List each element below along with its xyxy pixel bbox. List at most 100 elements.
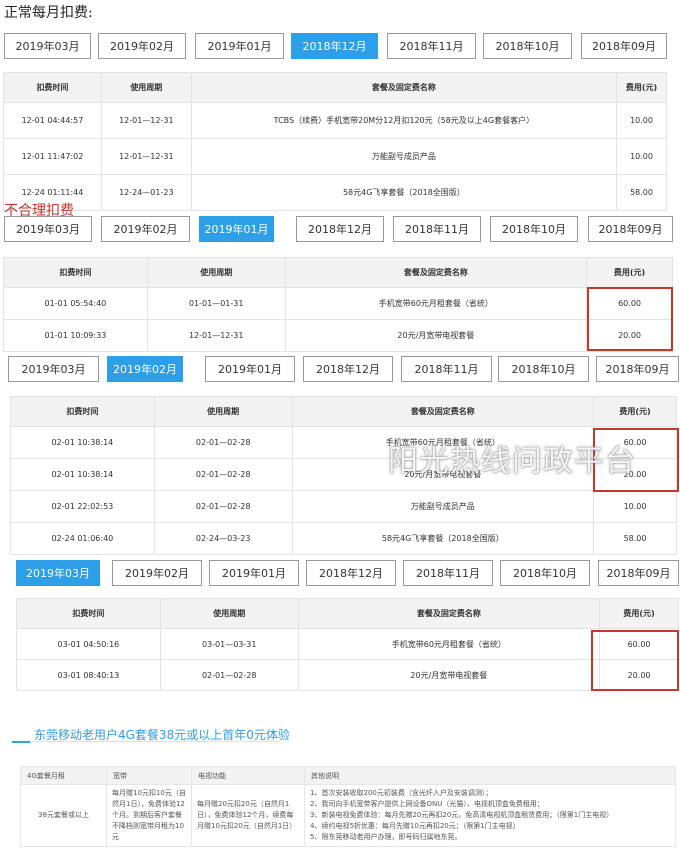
month-tab[interactable]: 2019年03月 [8, 356, 99, 382]
table-cell: 10.00 [616, 138, 667, 175]
promo-broadband: 每月赠10元扣10元（自然月1日），免费体验12个月。到期后客户套餐不降档则宽带… [106, 784, 192, 847]
table-header: 费用(元) [593, 396, 677, 427]
month-tab[interactable]: 2018年11月 [401, 356, 492, 382]
promo-note: 4、续约电视5折优惠：每月先赠10元再扣20元；（限第1门主电视） [310, 822, 520, 830]
promo-underline-accent [12, 741, 30, 743]
promo-note: 1、首次安装收取200元初装费（含光纤入户及安装调测）； [310, 789, 493, 797]
table-row: 02-01 22:02:53 02-01—02-28 万能副号成员产品 10.00 [10, 490, 677, 523]
table-cell: 12-01—12-31 [100, 138, 192, 175]
table-cell: 02-01—02-28 [153, 490, 293, 523]
table-row: 01-01 05:54:40 01-01—01-31 手机宽带60元月租套餐（省统）… [3, 287, 673, 320]
section-title-normal: 正常每月扣费: [4, 5, 93, 21]
promo-note: 5、限东莞移动老用户办理，即号码归属地东莞。 [310, 833, 462, 841]
promo-notes: 1、首次安装收取200元初装费（含光纤入户及安装调测）； 2、我司向手机宽带客户… [304, 784, 676, 847]
table-cell: 12-01—12-31 [100, 102, 192, 139]
month-tab[interactable]: 2019年01月 [205, 356, 295, 382]
table-header: 扣费时间 [3, 257, 148, 288]
month-tab[interactable]: 2018年09月 [581, 33, 667, 59]
table-header: 扣费时间 [10, 396, 155, 427]
table-cell: 02-01 10:38:14 [10, 458, 155, 491]
table-cell: 01-01—01-31 [146, 287, 286, 320]
table-header: 使用周期 [159, 598, 299, 629]
promo-header-broadband: 宽带 [106, 766, 192, 785]
month-tab[interactable]: 2018年10月 [483, 33, 572, 59]
table-cell: 58元4G飞享套餐（2018全国版） [291, 522, 595, 555]
month-tab[interactable]: 2018年09月 [588, 216, 673, 242]
table-cell: TCBS（续费）手机宽带20M分12月扣120元（58元及以上4G套餐客户） [190, 102, 618, 139]
month-tab[interactable]: 2019年01月 [195, 33, 284, 59]
table-cell: 02-01—02-28 [159, 659, 299, 691]
table-cell: 20元/月宽带电视套餐 [284, 319, 588, 352]
table-cell: 手机宽带60元月租套餐（省统） [284, 287, 588, 320]
table-cell: 12-01 04:44:57 [3, 102, 102, 139]
table-cell: 万能副号成员产品 [190, 138, 618, 175]
bill-table-1: 扣费时间 使用周期 套餐及固定费名称 费用(元) 12-01 04:44:57 12-01… [3, 72, 667, 211]
promo-underline [12, 741, 280, 742]
table-cell: 12-01—12-31 [146, 319, 286, 352]
month-tab[interactable]: 2018年10月 [490, 216, 578, 242]
promo-note: 2、我司向手机宽带客户提供上网设备ONU（光猫）、电视机顶盒免费租用； [310, 800, 544, 808]
month-tab[interactable]: 2019年03月 [4, 33, 91, 59]
month-tab[interactable]: 2019年02月 [107, 356, 183, 382]
table-row: 03-01 04:50:16 03-01—03-31 手机宽带60元月租套餐（省统）… [16, 628, 679, 660]
month-tab[interactable]: 2018年10月 [498, 356, 589, 382]
month-tab[interactable]: 2019年02月 [98, 33, 186, 59]
month-tab[interactable]: 2018年12月 [291, 33, 378, 59]
month-tab[interactable]: 2019年01月 [209, 560, 299, 586]
highlight-box-2 [587, 287, 673, 351]
month-tab[interactable]: 2018年10月 [500, 560, 590, 586]
table-header: 套餐及固定费名称 [297, 598, 601, 629]
promo-header-plan: 4G套餐月租 [20, 766, 107, 785]
table-cell: 02-01—02-28 [153, 458, 293, 491]
table-header: 套餐及固定费名称 [190, 72, 618, 103]
table-cell: 02-24—03-23 [153, 522, 293, 555]
month-tab[interactable]: 2018年12月 [296, 216, 384, 242]
table-row: 03-01 08:40:13 02-01—02-28 20元/月宽带电视套餐 20.0… [16, 659, 679, 691]
month-tab[interactable]: 2019年03月 [16, 560, 100, 586]
table-cell: 万能副号成员产品 [291, 490, 595, 523]
month-tab[interactable]: 2019年02月 [112, 560, 202, 586]
highlight-box-4 [591, 630, 679, 691]
table-header: 费用(元) [586, 257, 673, 288]
bill-table-2: 扣费时间 使用周期 套餐及固定费名称 费用(元) 01-01 05:54:40 01-01… [3, 257, 673, 352]
month-tab[interactable]: 2018年09月 [598, 560, 679, 586]
month-tab[interactable]: 2019年02月 [101, 216, 190, 242]
table-header: 费用(元) [616, 72, 667, 103]
table-cell: 02-01 22:02:53 [10, 490, 155, 523]
month-tab[interactable]: 2018年09月 [596, 356, 679, 382]
table-cell: 03-01 08:40:13 [16, 659, 161, 691]
month-tab[interactable]: 2018年12月 [306, 560, 396, 586]
table-cell: 12-01 11:47:02 [3, 138, 102, 175]
table-header: 费用(元) [599, 598, 679, 629]
table-header: 使用周期 [153, 396, 293, 427]
table-header: 使用周期 [100, 72, 192, 103]
table-header: 扣费时间 [16, 598, 161, 629]
promo-note: 3、新装电视免费体验：每月先赠20元再扣20元，免高清电视机顶盒租赁费用；（限第… [310, 811, 614, 819]
promo-table: 4G套餐月租 宽带 电视功能 其他说明 38元套餐或以上 每月赠10元扣10元（… [20, 766, 676, 847]
month-tab[interactable]: 2018年11月 [387, 33, 476, 59]
month-tab[interactable]: 2018年11月 [403, 560, 493, 586]
table-row: 01-01 10:09:33 12-01—12-31 20元/月宽带电视套餐 20.0… [3, 319, 673, 352]
bill-table-4: 扣费时间 使用周期 套餐及固定费名称 费用(元) 03-01 04:50:16 03-01… [16, 598, 679, 691]
table-cell: 20元/月宽带电视套餐 [297, 659, 601, 691]
table-cell: 10.00 [616, 102, 667, 139]
table-row: 12-01 11:47:02 12-01—12-31 万能副号成员产品 10.00 [3, 138, 667, 175]
table-cell: 手机宽带60元月租套餐（省统） [297, 628, 601, 660]
table-row: 02-24 01:06:40 02-24—03-23 58元4G飞享套餐（2018全… [10, 522, 677, 555]
month-tab[interactable]: 2019年03月 [4, 216, 92, 242]
table-row: 12-01 04:44:57 12-01—12-31 TCBS（续费）手机宽带20M… [3, 102, 667, 139]
table-cell: 58.00 [616, 174, 667, 211]
table-cell: 02-01 10:38:14 [10, 426, 155, 459]
table-cell: 12-24—01-23 [100, 174, 192, 211]
month-tab[interactable]: 2019年01月 [199, 216, 274, 242]
table-header: 使用周期 [146, 257, 286, 288]
promo-header-notes: 其他说明 [304, 766, 676, 785]
month-tab[interactable]: 2018年12月 [303, 356, 393, 382]
table-header: 扣费时间 [3, 72, 102, 103]
table-row: 12-24 01:11:44 12-24—01-23 58元4G飞享套餐（2018全… [3, 174, 667, 211]
table-cell: 10.00 [593, 490, 677, 523]
table-cell: 58元4G飞享套餐（2018全国版） [190, 174, 618, 211]
promo-header-tv: 电视功能 [191, 766, 305, 785]
table-cell: 58.00 [593, 522, 677, 555]
month-tab[interactable]: 2018年11月 [393, 216, 481, 242]
